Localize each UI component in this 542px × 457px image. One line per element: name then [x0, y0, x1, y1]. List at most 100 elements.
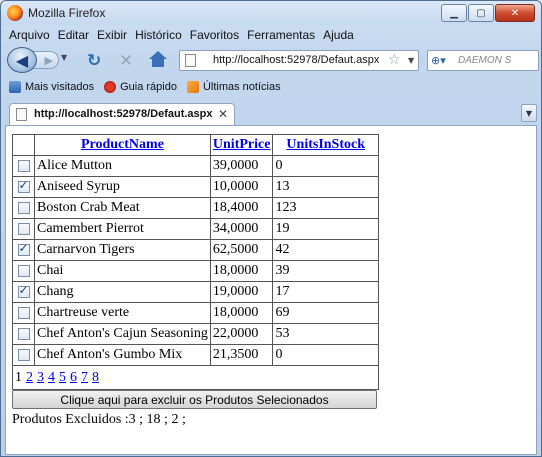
menu-ferramentas[interactable]: Ferramentas — [243, 25, 319, 45]
units-in-stock-cell: 123 — [272, 197, 379, 219]
row-checkbox[interactable] — [17, 201, 30, 214]
search-bar[interactable]: ⊕▾ DAEMON S — [427, 50, 539, 71]
url-text: http://localhost:52978/Defaut.aspx — [213, 54, 380, 66]
row-checkbox[interactable] — [17, 159, 30, 172]
sort-unit-price-link[interactable]: UnitPrice — [213, 137, 271, 152]
unit-price-cell: 62,5000 — [209, 239, 274, 261]
menu-bar: Arquivo Editar Exibir Histórico Favorito… — [1, 25, 541, 45]
table-row: Alice Mutton 39,0000 0 — [12, 155, 379, 177]
units-in-stock-cell: 0 — [272, 155, 379, 177]
menu-exibir[interactable]: Exibir — [93, 25, 131, 45]
forward-arrow-icon: ▶ — [44, 53, 53, 67]
pager: 12345678 — [15, 370, 376, 386]
product-name-cell: Carnarvon Tigers — [34, 239, 211, 261]
stop-icon[interactable]: ✕ — [119, 51, 133, 71]
bookmark-guia-rapido[interactable]: Guia rápido — [104, 81, 177, 93]
minimize-button[interactable]: ▁ — [441, 4, 467, 22]
tab-strip: http://localhost:52978/Defaut.aspx ✕ ▼ — [1, 101, 541, 125]
pager-page-link[interactable]: 8 — [92, 370, 99, 385]
row-checkbox[interactable] — [17, 222, 30, 235]
menu-ajuda[interactable]: Ajuda — [319, 25, 358, 45]
pager-page-link[interactable]: 6 — [70, 370, 77, 385]
tab-label: http://localhost:52978/Defaut.aspx — [34, 108, 213, 120]
units-in-stock-cell: 17 — [272, 281, 379, 303]
search-engine-icon[interactable]: ⊕▾ — [431, 54, 446, 67]
maximize-button[interactable]: ▢ — [468, 4, 494, 22]
back-button[interactable]: ◀ — [7, 47, 37, 73]
row-checkbox-cell — [12, 239, 35, 261]
grid-body: Alice Mutton39,00000Aniseed Syrup10,0000… — [12, 155, 379, 366]
row-checkbox-cell — [12, 281, 35, 303]
menu-editar[interactable]: Editar — [54, 25, 93, 45]
menu-favoritos[interactable]: Favoritos — [186, 25, 243, 45]
units-in-stock-cell: 69 — [272, 302, 379, 324]
url-dropdown-icon[interactable]: ▼ — [408, 56, 414, 65]
row-checkbox-cell — [12, 302, 35, 324]
tab-defaut[interactable]: http://localhost:52978/Defaut.aspx ✕ — [9, 103, 235, 125]
tab-close-icon[interactable]: ✕ — [218, 107, 228, 121]
row-checkbox-cell — [12, 218, 35, 240]
row-checkbox[interactable] — [17, 348, 30, 361]
product-name-cell: Chang — [34, 281, 211, 303]
home-roof — [149, 51, 167, 59]
row-checkbox-cell — [12, 176, 35, 198]
units-in-stock-cell: 42 — [272, 239, 379, 261]
firefox-logo-icon — [7, 5, 23, 21]
table-row: Chef Anton's Gumbo Mix 21,3500 0 — [12, 344, 379, 366]
home-icon[interactable] — [149, 51, 167, 69]
bookmark-star-icon[interactable]: ☆ — [388, 52, 401, 68]
bookmark-ultimas-noticias[interactable]: Últimas notícias — [186, 81, 281, 93]
navigation-toolbar: ▶ ◀ ▼ ↻ ✕ http://localhost:52978/Defaut.… — [1, 45, 541, 75]
pager-page-link[interactable]: 4 — [48, 370, 55, 385]
close-button[interactable]: ✕ — [495, 4, 535, 22]
most-visited-icon — [9, 81, 21, 93]
search-input[interactable]: DAEMON S — [458, 55, 528, 66]
units-in-stock-cell: 19 — [272, 218, 379, 240]
table-row: Chef Anton's Cajun Seasoning 22,0000 53 — [12, 323, 379, 345]
row-checkbox[interactable] — [17, 283, 30, 298]
pager-page-link[interactable]: 3 — [37, 370, 44, 385]
browser-window: Mozilla Firefox ▁ ▢ ✕ Arquivo Editar Exi… — [0, 0, 542, 457]
pager-page-link[interactable]: 5 — [59, 370, 66, 385]
delete-selected-button[interactable]: Clique aqui para excluir os Produtos Sel… — [12, 390, 377, 409]
bookmarks-toolbar: Mais visitados Guia rápido Últimas notíc… — [1, 77, 541, 97]
pager-cell: 12345678 — [12, 365, 379, 390]
menu-arquivo[interactable]: Arquivo — [5, 25, 54, 45]
table-row: Boston Crab Meat 18,4000 123 — [12, 197, 379, 219]
header-checkbox-col — [12, 134, 35, 156]
pager-current-page: 1 — [15, 369, 22, 385]
list-all-tabs-button[interactable]: ▼ — [521, 104, 537, 122]
sort-product-name-link[interactable]: ProductName — [81, 137, 164, 152]
title-bar: Mozilla Firefox ▁ ▢ ✕ — [1, 1, 541, 25]
row-checkbox[interactable] — [17, 264, 30, 277]
product-name-cell: Alice Mutton — [34, 155, 211, 177]
unit-price-cell: 22,0000 — [209, 323, 274, 345]
menu-historico[interactable]: Histórico — [131, 25, 186, 45]
products-grid: ProductName UnitPrice UnitsInStock Alice… — [12, 134, 379, 390]
url-bar[interactable]: http://localhost:52978/Defaut.aspx ☆ ▼ — [179, 50, 419, 71]
header-unit-price: UnitPrice — [209, 134, 274, 156]
unit-price-cell: 34,0000 — [209, 218, 274, 240]
pager-page-link[interactable]: 7 — [81, 370, 88, 385]
pager-page-link[interactable]: 2 — [26, 370, 33, 385]
history-dropdown-icon[interactable]: ▼ — [61, 53, 67, 62]
reload-icon[interactable]: ↻ — [87, 51, 101, 71]
bookmark-label: Últimas notícias — [202, 81, 281, 93]
row-checkbox-cell — [12, 155, 35, 177]
bookmark-mais-visitados[interactable]: Mais visitados — [9, 81, 94, 93]
sort-units-in-stock-link[interactable]: UnitsInStock — [286, 137, 365, 152]
product-name-cell: Chef Anton's Cajun Seasoning — [34, 323, 211, 345]
page-content: ProductName UnitPrice UnitsInStock Alice… — [5, 125, 537, 455]
product-name-cell: Chai — [34, 260, 211, 282]
close-icon: ✕ — [510, 7, 520, 19]
row-checkbox[interactable] — [17, 306, 30, 319]
page-icon — [185, 54, 196, 67]
row-checkbox[interactable] — [17, 241, 30, 256]
unit-price-cell: 10,0000 — [209, 176, 274, 198]
row-checkbox[interactable] — [17, 327, 30, 340]
unit-price-cell: 18,0000 — [209, 302, 274, 324]
unit-price-cell: 18,0000 — [209, 260, 274, 282]
units-in-stock-cell: 13 — [272, 176, 379, 198]
page-icon — [16, 108, 27, 121]
row-checkbox[interactable] — [17, 178, 30, 193]
